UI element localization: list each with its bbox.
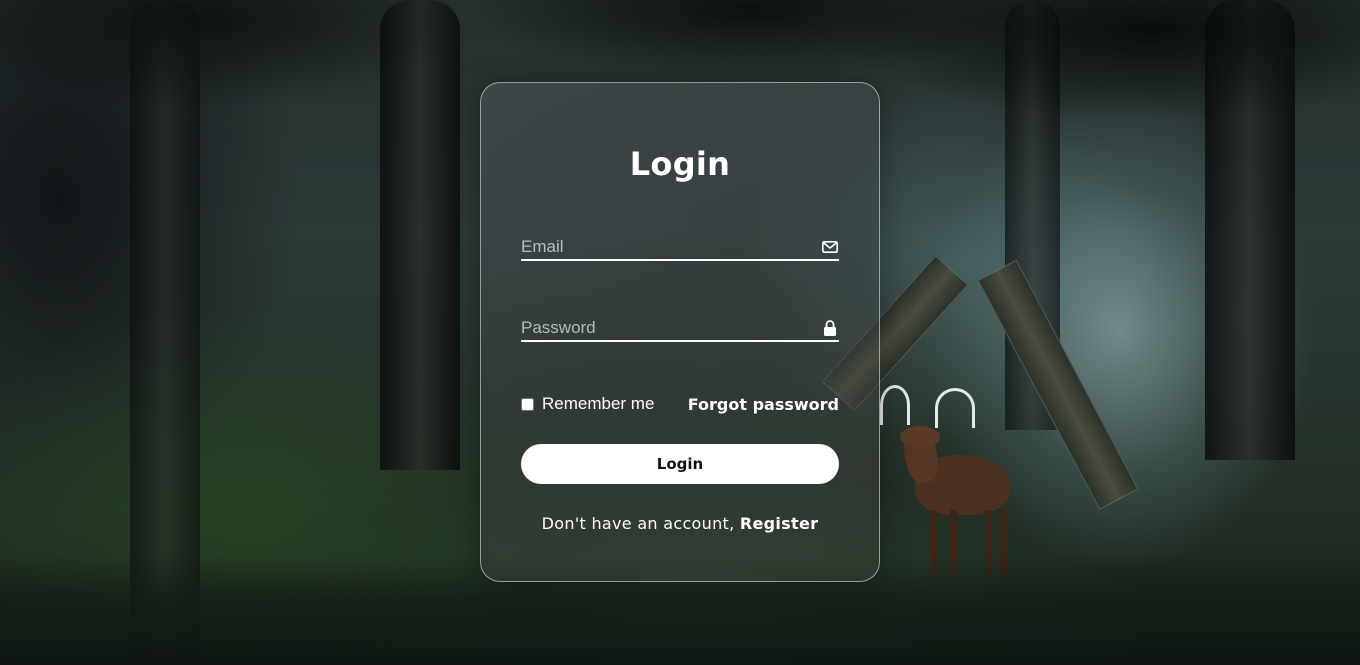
lock-icon [821,320,839,336]
deer [900,426,940,448]
email-field [521,221,839,261]
deer-antler [935,388,975,428]
options-row: Remember me Forgot password [521,394,839,414]
password-input[interactable] [521,302,839,340]
login-card: Login Remember me Forgot password Login … [480,82,880,582]
password-field [521,302,839,342]
register-prompt: Don't have an account, Register [521,514,839,533]
remember-me[interactable]: Remember me [521,394,654,414]
login-title: Login [629,145,731,183]
register-link[interactable]: Register [740,514,818,533]
register-prompt-text: Don't have an account, [541,514,735,533]
remember-checkbox[interactable] [521,397,534,411]
forgot-password-link[interactable]: Forgot password [688,395,839,414]
remember-label: Remember me [542,394,655,413]
envelope-icon [821,239,839,255]
login-button[interactable]: Login [521,444,839,484]
email-input[interactable] [521,221,839,259]
deer-antler [880,385,910,425]
